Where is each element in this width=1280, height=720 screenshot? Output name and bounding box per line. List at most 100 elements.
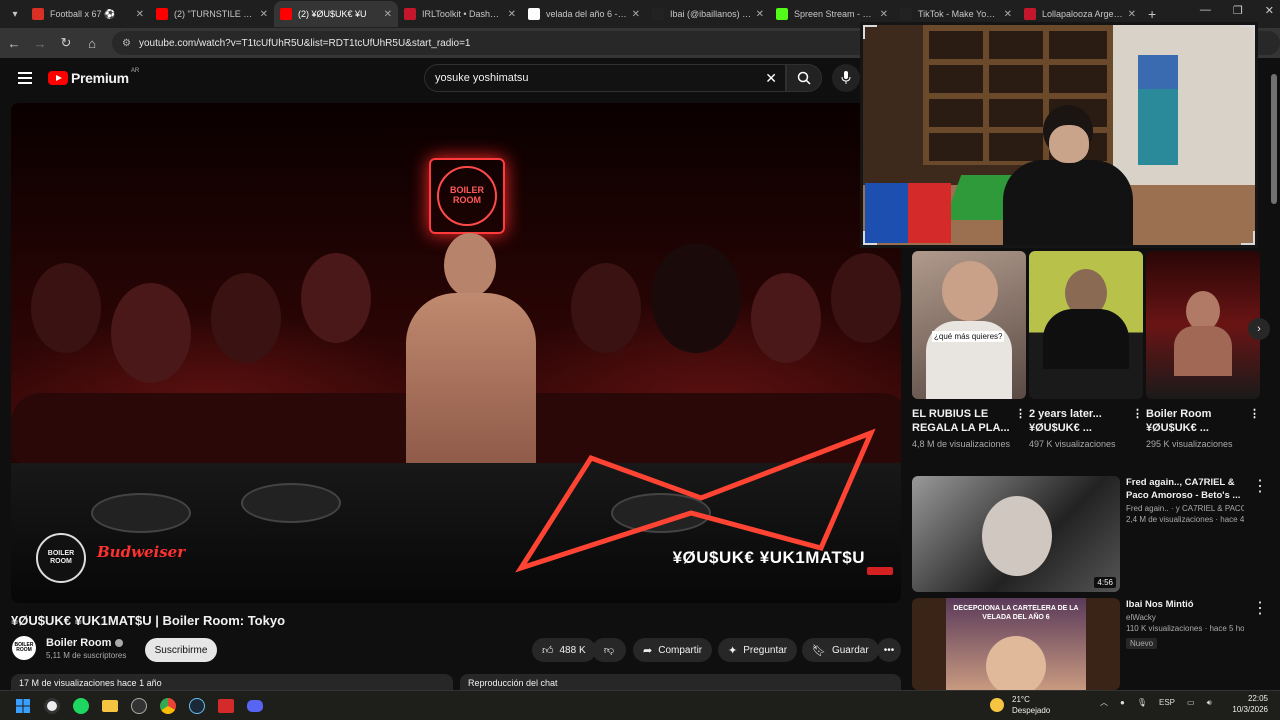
share-button[interactable]: ➦ Compartir [633, 638, 713, 662]
file-explorer-icon[interactable] [99, 695, 121, 717]
description-box[interactable]: 17 M de visualizaciones hace 1 año [11, 674, 453, 690]
kebab-icon[interactable]: ⋮ [1249, 407, 1260, 421]
tab-close-icon[interactable]: ✕ [508, 9, 516, 20]
network-app-icon[interactable]: ● [1120, 698, 1125, 707]
windows-start-icon[interactable] [12, 695, 34, 717]
short-title[interactable]: 2 years later... ¥ØU$UK€ ... [1029, 408, 1102, 434]
dislike-button[interactable]: 👎︎ [592, 638, 626, 662]
video-thumbnail[interactable]: DECEPCIONA LA CARTELERA DE LA VELADA DEL… [912, 598, 1120, 690]
reload-icon[interactable]: ↻ [54, 35, 78, 51]
save-button[interactable]: 🔖︎ Guardar [802, 638, 879, 662]
video-player[interactable]: BOILER ROOM BOILER ROOM Budweiser ¥ØU$UK… [11, 103, 901, 603]
tab-favicon-icon [652, 8, 664, 20]
channel-name[interactable]: Boiler Room [46, 637, 111, 649]
minimize-icon[interactable]: — [1200, 4, 1211, 17]
tab-close-icon[interactable]: ✕ [384, 9, 392, 20]
tab-close-icon[interactable]: ✕ [632, 9, 640, 20]
subscribe-watermark[interactable] [867, 567, 893, 575]
kebab-icon[interactable]: ⋮ [1015, 407, 1026, 421]
volume-icon[interactable]: 🔊︎ [1207, 698, 1212, 708]
keyboard-language[interactable]: ESP [1159, 698, 1175, 707]
recommended-video[interactable]: 4:56 Fred again.., CA7RIEL & Paco Amoros… [912, 476, 1268, 594]
spotify-icon[interactable] [70, 695, 92, 717]
new-tab-button[interactable]: + [1148, 6, 1156, 22]
weather-widget[interactable]: 21°C Despejado [990, 694, 1050, 716]
short-card[interactable]: Boiler Room ¥ØU$UK€ ... ⋮ 295 K visualiza… [1146, 251, 1260, 451]
youtube-logo[interactable]: Premium AR [48, 68, 139, 86]
like-button[interactable]: 👍︎ 488 K [532, 638, 596, 662]
chat-replay-box[interactable]: Reproducción del chat [460, 674, 901, 690]
search-value: yosuke yoshimatsu [435, 72, 529, 84]
page-scrollbar[interactable] [1270, 64, 1278, 674]
system-clock[interactable]: 22:05 10/3/2026 [1232, 693, 1268, 715]
channel-avatar[interactable]: BOILER ROOM [12, 636, 36, 660]
short-title[interactable]: Boiler Room ¥ØU$UK€ ... [1146, 408, 1211, 434]
short-card[interactable]: ¿qué más quieres? EL RUBIUS LE REGALA LA… [912, 251, 1026, 451]
temperature: 21°C [1012, 695, 1030, 704]
forward-icon[interactable]: → [28, 36, 52, 51]
chevron-up-icon[interactable]: ︿ [1100, 697, 1108, 708]
browser-tab[interactable]: velada del año 6 - Bu ✕ [522, 1, 646, 27]
thumbs-up-icon: 👍︎ [542, 644, 554, 657]
kebab-icon[interactable]: ⋮ [1132, 407, 1143, 421]
video-title[interactable]: Ibai Nos Mintió [1126, 598, 1244, 611]
browser-tab[interactable]: (2) "TURNSTILE LOVE ✕ [150, 1, 274, 27]
more-actions-button[interactable]: ••• [877, 638, 901, 662]
short-card[interactable]: 2 years later... ¥ØU$UK€ ... ⋮ 497 K visu… [1029, 251, 1143, 451]
maximize-icon[interactable]: ❐ [1233, 4, 1243, 17]
tab-search-button[interactable]: ▾ [4, 3, 26, 25]
browser-tab[interactable]: Football x 67 ⚽ ✕ [26, 1, 150, 27]
short-thumbnail[interactable] [1029, 251, 1143, 399]
shorts-next-button[interactable]: › [1248, 318, 1270, 340]
video-overlay-title: ¥ØU$UK€ ¥UK1MAT$U [672, 548, 865, 567]
site-info-icon[interactable]: ⚙ [122, 38, 131, 49]
search-button[interactable] [786, 64, 822, 92]
chrome-icon[interactable] [157, 695, 179, 717]
display-icon[interactable]: ▭ [1187, 698, 1195, 707]
budweiser-logo: Budweiser [97, 543, 186, 561]
channel-name[interactable]: Fred again.. · y CA7RIEL & PACO ... [1126, 504, 1244, 513]
search-input[interactable]: yosuke yoshimatsu ✕ [424, 64, 786, 92]
4k-downloader-icon[interactable] [128, 695, 150, 717]
tab-close-icon[interactable]: ✕ [880, 9, 888, 20]
short-thumbnail[interactable]: ¿qué más quieres? [912, 251, 1026, 399]
browser-tab[interactable]: Ibai (@ibaillanos) | Tik ✕ [646, 1, 770, 27]
tab-title: velada del año 6 - Bu [546, 9, 628, 19]
voice-search-button[interactable] [832, 64, 860, 92]
video-title[interactable]: Fred again.., CA7RIEL & Paco Amoroso - B… [1126, 476, 1244, 502]
kebab-icon[interactable]: ⋮ [1252, 476, 1268, 496]
channel-name[interactable]: elWacky [1126, 613, 1244, 622]
tab-close-icon[interactable]: ✕ [136, 9, 144, 20]
discord-icon[interactable] [244, 695, 266, 717]
short-title[interactable]: EL RUBIUS LE REGALA LA PLA... [912, 408, 1010, 434]
home-icon[interactable]: ⌂ [80, 36, 104, 51]
obs-icon[interactable] [41, 695, 63, 717]
back-icon[interactable]: ← [2, 36, 26, 51]
tab-close-icon[interactable]: ✕ [1004, 9, 1012, 20]
recommended-video[interactable]: DECEPCIONA LA CARTELERA DE LA VELADA DEL… [912, 598, 1262, 690]
chevron-right-icon: › [1257, 323, 1261, 335]
video-thumbnail[interactable]: 4:56 [912, 476, 1120, 592]
menu-icon[interactable] [18, 69, 32, 87]
short-thumbnail[interactable] [1146, 251, 1260, 399]
tiktok-live-icon[interactable] [215, 695, 237, 717]
tab-close-icon[interactable]: ✕ [260, 9, 268, 20]
steam-icon[interactable] [186, 695, 208, 717]
windows-taskbar [0, 690, 1280, 720]
tab-close-icon[interactable]: ✕ [756, 9, 764, 20]
boiler-room-logo: BOILER ROOM [36, 533, 86, 583]
microphone-tray-icon[interactable]: 🎙︎ [1137, 698, 1147, 707]
streamer-webcam-overlay [860, 22, 1258, 248]
kebab-icon[interactable]: ⋮ [1252, 598, 1262, 618]
browser-tab[interactable]: IRLToolkit • Dashboar ✕ [398, 1, 522, 27]
clear-search-icon[interactable]: ✕ [765, 70, 777, 87]
ask-button[interactable]: ✦ Preguntar [718, 638, 798, 662]
browser-tab[interactable]: (2) ¥ØU$UK€ ¥U ✕ [274, 1, 398, 27]
close-window-icon[interactable]: ✕ [1265, 4, 1274, 17]
tab-title: TikTok - Make Your D [918, 9, 1000, 19]
tab-close-icon[interactable]: ✕ [1128, 9, 1136, 20]
subscribe-button[interactable]: Suscribirme [145, 638, 217, 662]
subscriber-count: 5,11 M de suscriptores [46, 650, 127, 660]
youtube-play-icon [48, 71, 68, 85]
like-count: 488 K [559, 644, 586, 656]
